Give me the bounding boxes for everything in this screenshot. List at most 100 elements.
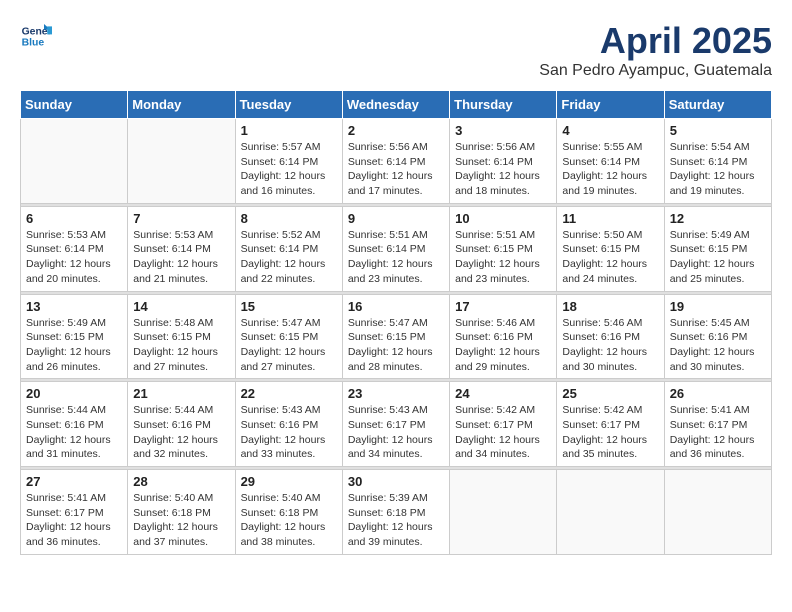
day-info: Sunrise: 5:55 AMSunset: 6:14 PMDaylight:… — [562, 140, 658, 199]
day-info: Sunrise: 5:54 AMSunset: 6:14 PMDaylight:… — [670, 140, 766, 199]
day-info: Sunrise: 5:47 AMSunset: 6:15 PMDaylight:… — [348, 316, 444, 375]
calendar-cell — [21, 119, 128, 204]
calendar-cell: 20Sunrise: 5:44 AMSunset: 6:16 PMDayligh… — [21, 382, 128, 467]
day-number: 3 — [455, 123, 551, 138]
day-number: 21 — [133, 386, 229, 401]
day-info: Sunrise: 5:43 AMSunset: 6:17 PMDaylight:… — [348, 403, 444, 462]
day-header-friday: Friday — [557, 91, 664, 119]
calendar-cell: 24Sunrise: 5:42 AMSunset: 6:17 PMDayligh… — [450, 382, 557, 467]
day-number: 19 — [670, 299, 766, 314]
calendar-table: SundayMondayTuesdayWednesdayThursdayFrid… — [20, 90, 772, 555]
location-title: San Pedro Ayampuc, Guatemala — [539, 62, 772, 80]
page-header: General Blue April 2025 San Pedro Ayampu… — [20, 20, 772, 80]
day-number: 5 — [670, 123, 766, 138]
day-number: 11 — [562, 211, 658, 226]
calendar-cell: 23Sunrise: 5:43 AMSunset: 6:17 PMDayligh… — [342, 382, 449, 467]
day-info: Sunrise: 5:47 AMSunset: 6:15 PMDaylight:… — [241, 316, 337, 375]
day-info: Sunrise: 5:42 AMSunset: 6:17 PMDaylight:… — [562, 403, 658, 462]
day-number: 17 — [455, 299, 551, 314]
day-number: 20 — [26, 386, 122, 401]
day-header-thursday: Thursday — [450, 91, 557, 119]
day-header-saturday: Saturday — [664, 91, 771, 119]
day-info: Sunrise: 5:53 AMSunset: 6:14 PMDaylight:… — [26, 228, 122, 287]
calendar-week-4: 20 Sunrise: 5:44 AMSunset: 6:16 PMDayligh… — [21, 382, 772, 467]
day-number: 15 — [241, 299, 337, 314]
day-info: Sunrise: 5:56 AMSunset: 6:14 PMDaylight:… — [455, 140, 551, 199]
day-header-sunday: Sunday — [21, 91, 128, 119]
calendar-cell: 14 Sunrise: 5:48 AMSunset: 6:15 PMDayligh… — [128, 294, 235, 379]
calendar-cell: 16Sunrise: 5:47 AMSunset: 6:15 PMDayligh… — [342, 294, 449, 379]
day-info: Sunrise: 5:48 AMSunset: 6:15 PMDaylight:… — [133, 316, 229, 375]
day-info: Sunrise: 5:57 AMSunset: 6:14 PMDaylight:… — [241, 140, 337, 199]
day-info: Sunrise: 5:46 AMSunset: 6:16 PMDaylight:… — [455, 316, 551, 375]
calendar-week-1: 1 Sunrise: 5:57 AMSunset: 6:14 PMDaylight… — [21, 119, 772, 204]
day-info: Sunrise: 5:49 AMSunset: 6:15 PMDaylight:… — [670, 228, 766, 287]
calendar-cell — [128, 119, 235, 204]
logo: General Blue — [20, 20, 52, 52]
calendar-cell: 21 Sunrise: 5:44 AMSunset: 6:16 PMDayligh… — [128, 382, 235, 467]
day-number: 30 — [348, 474, 444, 489]
day-number: 25 — [562, 386, 658, 401]
day-number: 22 — [241, 386, 337, 401]
day-header-wednesday: Wednesday — [342, 91, 449, 119]
calendar-cell: 12 Sunrise: 5:49 AMSunset: 6:15 PMDayligh… — [664, 206, 771, 291]
day-number: 2 — [348, 123, 444, 138]
calendar-cell — [664, 470, 771, 555]
day-number: 4 — [562, 123, 658, 138]
calendar-cell: 17 Sunrise: 5:46 AMSunset: 6:16 PMDayligh… — [450, 294, 557, 379]
calendar-cell: 1 Sunrise: 5:57 AMSunset: 6:14 PMDaylight… — [235, 119, 342, 204]
calendar-header-row: SundayMondayTuesdayWednesdayThursdayFrid… — [21, 91, 772, 119]
title-block: April 2025 San Pedro Ayampuc, Guatemala — [539, 20, 772, 80]
day-info: Sunrise: 5:40 AMSunset: 6:18 PMDaylight:… — [241, 491, 337, 550]
day-info: Sunrise: 5:44 AMSunset: 6:16 PMDaylight:… — [133, 403, 229, 462]
calendar-week-5: 27Sunrise: 5:41 AMSunset: 6:17 PMDayligh… — [21, 470, 772, 555]
day-number: 1 — [241, 123, 337, 138]
calendar-cell: 10 Sunrise: 5:51 AMSunset: 6:15 PMDayligh… — [450, 206, 557, 291]
calendar-cell: 22Sunrise: 5:43 AMSunset: 6:16 PMDayligh… — [235, 382, 342, 467]
day-info: Sunrise: 5:53 AMSunset: 6:14 PMDaylight:… — [133, 228, 229, 287]
calendar-cell: 27Sunrise: 5:41 AMSunset: 6:17 PMDayligh… — [21, 470, 128, 555]
day-number: 28 — [133, 474, 229, 489]
calendar-cell: 2 Sunrise: 5:56 AMSunset: 6:14 PMDaylight… — [342, 119, 449, 204]
calendar-cell: 13 Sunrise: 5:49 AMSunset: 6:15 PMDayligh… — [21, 294, 128, 379]
calendar-cell: 3 Sunrise: 5:56 AMSunset: 6:14 PMDaylight… — [450, 119, 557, 204]
day-header-tuesday: Tuesday — [235, 91, 342, 119]
day-info: Sunrise: 5:39 AMSunset: 6:18 PMDaylight:… — [348, 491, 444, 550]
calendar-cell: 15 Sunrise: 5:47 AMSunset: 6:15 PMDayligh… — [235, 294, 342, 379]
calendar-cell: 18 Sunrise: 5:46 AMSunset: 6:16 PMDayligh… — [557, 294, 664, 379]
calendar-cell: 26 Sunrise: 5:41 AMSunset: 6:17 PMDayligh… — [664, 382, 771, 467]
day-header-monday: Monday — [128, 91, 235, 119]
day-info: Sunrise: 5:49 AMSunset: 6:15 PMDaylight:… — [26, 316, 122, 375]
calendar-cell: 29 Sunrise: 5:40 AMSunset: 6:18 PMDayligh… — [235, 470, 342, 555]
day-info: Sunrise: 5:50 AMSunset: 6:15 PMDaylight:… — [562, 228, 658, 287]
day-info: Sunrise: 5:41 AMSunset: 6:17 PMDaylight:… — [670, 403, 766, 462]
calendar-week-2: 6Sunrise: 5:53 AMSunset: 6:14 PMDaylight… — [21, 206, 772, 291]
day-info: Sunrise: 5:41 AMSunset: 6:17 PMDaylight:… — [26, 491, 122, 550]
day-number: 8 — [241, 211, 337, 226]
day-number: 10 — [455, 211, 551, 226]
calendar-cell: 5 Sunrise: 5:54 AMSunset: 6:14 PMDaylight… — [664, 119, 771, 204]
day-info: Sunrise: 5:51 AMSunset: 6:15 PMDaylight:… — [455, 228, 551, 287]
day-number: 14 — [133, 299, 229, 314]
calendar-cell: 11 Sunrise: 5:50 AMSunset: 6:15 PMDayligh… — [557, 206, 664, 291]
day-info: Sunrise: 5:52 AMSunset: 6:14 PMDaylight:… — [241, 228, 337, 287]
day-info: Sunrise: 5:56 AMSunset: 6:14 PMDaylight:… — [348, 140, 444, 199]
day-number: 24 — [455, 386, 551, 401]
calendar-cell — [557, 470, 664, 555]
day-number: 26 — [670, 386, 766, 401]
calendar-cell: 28Sunrise: 5:40 AMSunset: 6:18 PMDayligh… — [128, 470, 235, 555]
svg-text:Blue: Blue — [22, 38, 45, 49]
day-number: 7 — [133, 211, 229, 226]
calendar-cell: 25 Sunrise: 5:42 AMSunset: 6:17 PMDayligh… — [557, 382, 664, 467]
calendar-cell: 9 Sunrise: 5:51 AMSunset: 6:14 PMDaylight… — [342, 206, 449, 291]
day-info: Sunrise: 5:46 AMSunset: 6:16 PMDaylight:… — [562, 316, 658, 375]
calendar-cell: 19Sunrise: 5:45 AMSunset: 6:16 PMDayligh… — [664, 294, 771, 379]
day-number: 9 — [348, 211, 444, 226]
day-number: 29 — [241, 474, 337, 489]
calendar-cell — [450, 470, 557, 555]
day-number: 18 — [562, 299, 658, 314]
day-number: 13 — [26, 299, 122, 314]
month-title: April 2025 — [539, 20, 772, 62]
day-number: 12 — [670, 211, 766, 226]
day-info: Sunrise: 5:51 AMSunset: 6:14 PMDaylight:… — [348, 228, 444, 287]
